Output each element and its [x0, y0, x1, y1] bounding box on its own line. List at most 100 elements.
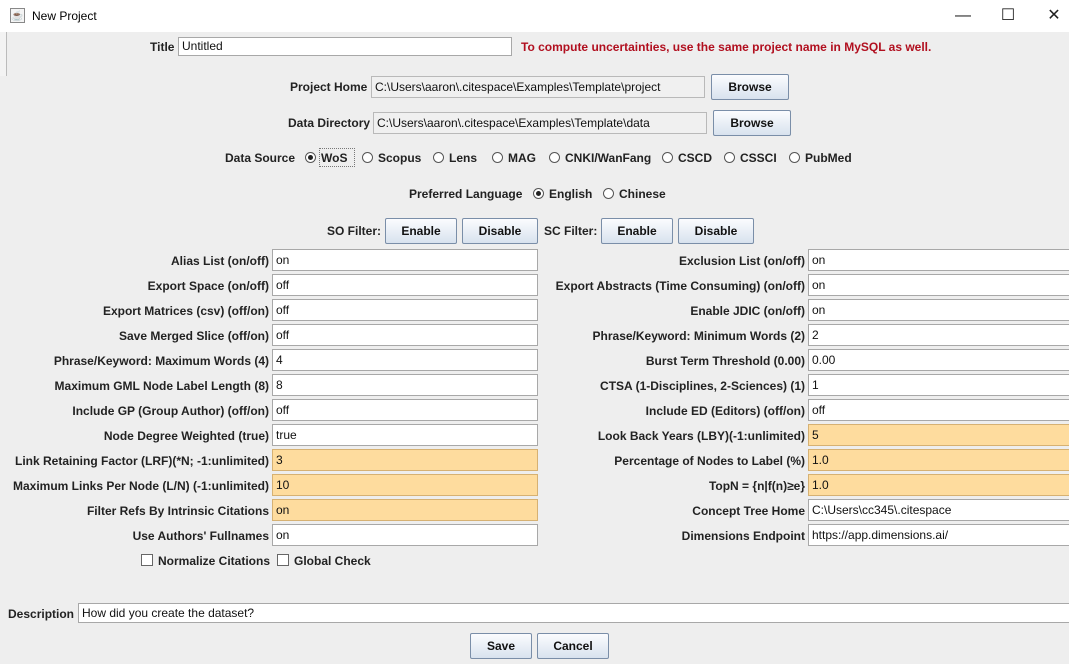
data-source-option-label: PubMed — [805, 151, 852, 165]
project-home-browse-button[interactable]: Browse — [711, 74, 789, 100]
param-input-maximum-links-per-node-l-n-1-unlimited[interactable]: 10 — [272, 474, 538, 496]
data-source-option-label: CSSCI — [740, 151, 777, 165]
data-source-radio-mag[interactable] — [492, 152, 503, 163]
param-label-enable-jdic-on-off: Enable JDIC (on/off) — [690, 304, 805, 318]
param-label-look-back-years-lby-1-unlimited: Look Back Years (LBY)(-1:unlimited) — [597, 429, 805, 443]
project-home-input[interactable]: C:\Users\aaron\.citespace\Examples\Templ… — [371, 76, 705, 98]
param-input-ctsa-1-disciplines-2-sciences-1[interactable]: 1 — [808, 374, 1069, 396]
param-label-link-retaining-factor-lrf-n-1-unlimited: Link Retaining Factor (LRF)(*N; -1:unlim… — [15, 454, 269, 468]
data-source-option-label: MAG — [508, 151, 536, 165]
sc-filter-enable-button[interactable]: Enable — [601, 218, 673, 244]
param-input-enable-jdic-on-off[interactable]: on — [808, 299, 1069, 321]
so-filter-enable-button[interactable]: Enable — [385, 218, 457, 244]
param-input-alias-list-on-off[interactable]: on — [272, 249, 538, 271]
param-input-export-matrices-csv-off-on[interactable]: off — [272, 299, 538, 321]
window-title-bar: ☕ New Project — ☐ ✕ — [0, 0, 1069, 32]
param-input-concept-tree-home[interactable]: C:\Users\cc345\.citespace — [808, 499, 1069, 521]
data-source-option-label: CSCD — [678, 151, 713, 165]
param-label-burst-term-threshold-0-00: Burst Term Threshold (0.00) — [645, 354, 805, 368]
param-label-filter-refs-by-intrinsic-citations: Filter Refs By Intrinsic Citations — [86, 504, 269, 518]
data-directory-browse-button[interactable]: Browse — [713, 110, 791, 136]
so-filter-disable-button[interactable]: Disable — [462, 218, 538, 244]
focus-indicator — [319, 148, 355, 167]
minimize-button[interactable]: — — [940, 0, 986, 32]
param-label-export-space-on-off: Export Space (on/off) — [147, 279, 269, 293]
param-input-filter-refs-by-intrinsic-citations[interactable]: on — [272, 499, 538, 521]
mysql-warning-text: To compute uncertainties, use the same p… — [521, 40, 932, 54]
param-input-include-gp-group-author-off-on[interactable]: off — [272, 399, 538, 421]
param-label-maximum-links-per-node-l-n-1-unlimited: Maximum Links Per Node (L/N) (-1:unlimit… — [12, 479, 269, 493]
param-label-maximum-gml-node-label-length-8: Maximum GML Node Label Length (8) — [54, 379, 269, 393]
data-source-option-label: CNKI/WanFang — [565, 151, 652, 165]
param-label-export-abstracts-time-consuming-on-off: Export Abstracts (Time Consuming) (on/of… — [555, 279, 805, 293]
param-label-concept-tree-home: Concept Tree Home — [692, 504, 805, 518]
so-filter-label: SO Filter: — [327, 224, 382, 238]
param-label-percentage-of-nodes-to-label: Percentage of Nodes to Label (%) — [614, 454, 805, 468]
param-label-phrase-keyword-maximum-words-4: Phrase/Keyword: Maximum Words (4) — [53, 354, 269, 368]
title-label: Title — [150, 40, 175, 54]
project-home-label: Project Home — [290, 80, 368, 94]
preferred-language-label: Preferred Language — [409, 187, 523, 201]
data-source-radio-cssci[interactable] — [724, 152, 735, 163]
data-source-option-label: Scopus — [378, 151, 422, 165]
param-input-burst-term-threshold-0-00[interactable]: 0.00 — [808, 349, 1069, 371]
data-source-radio-lens[interactable] — [433, 152, 444, 163]
window-title: New Project — [32, 9, 97, 23]
maximize-button[interactable]: ☐ — [985, 0, 1031, 32]
param-label-node-degree-weighted-true: Node Degree Weighted (true) — [103, 429, 269, 443]
param-label-topn-n-f-n-e: TopN = {n|f(n)≥e} — [708, 479, 805, 493]
param-label-export-matrices-csv-off-on: Export Matrices (csv) (off/on) — [102, 304, 269, 318]
param-input-save-merged-slice-off-on[interactable]: off — [272, 324, 538, 346]
param-label-exclusion-list-on-off: Exclusion List (on/off) — [679, 254, 805, 268]
sc-filter-label: SC Filter: — [544, 224, 598, 238]
param-input-use-authors-fullnames[interactable]: on — [272, 524, 538, 546]
param-input-node-degree-weighted-true[interactable]: true — [272, 424, 538, 446]
cancel-button[interactable]: Cancel — [537, 633, 609, 659]
java-app-icon: ☕ — [10, 8, 25, 23]
param-input-dimensions-endpoint[interactable]: https://app.dimensions.ai/ — [808, 524, 1069, 546]
background-window-edge — [0, 32, 7, 76]
checkbox-global-check[interactable] — [277, 554, 289, 566]
param-input-phrase-keyword-maximum-words-4[interactable]: 4 — [272, 349, 538, 371]
param-input-maximum-gml-node-label-length-8[interactable]: 8 — [272, 374, 538, 396]
data-source-radio-pubmed[interactable] — [789, 152, 800, 163]
language-option-label: Chinese — [619, 187, 666, 201]
param-label-save-merged-slice-off-on: Save Merged Slice (off/on) — [118, 329, 269, 343]
param-label-use-authors-fullnames: Use Authors' Fullnames — [132, 529, 269, 543]
data-source-radio-cscd[interactable] — [662, 152, 673, 163]
param-input-look-back-years-lby-1-unlimited[interactable]: 5 — [808, 424, 1069, 446]
param-label-dimensions-endpoint: Dimensions Endpoint — [681, 529, 805, 543]
language-option-label: English — [549, 187, 593, 201]
description-input[interactable]: How did you create the dataset? — [78, 603, 1069, 623]
param-label-ctsa-1-disciplines-2-sciences-1: CTSA (1-Disciplines, 2-Sciences) (1) — [600, 379, 805, 393]
data-source-radio-scopus[interactable] — [362, 152, 373, 163]
checkbox-label: Global Check — [294, 554, 371, 568]
checkbox-label: Normalize Citations — [158, 554, 271, 568]
param-input-export-space-on-off[interactable]: off — [272, 274, 538, 296]
title-input[interactable]: Untitled — [178, 37, 512, 56]
data-source-radio-cnki-wanfang[interactable] — [549, 152, 560, 163]
param-label-include-gp-group-author-off-on: Include GP (Group Author) (off/on) — [72, 404, 269, 418]
language-radio-chinese[interactable] — [603, 188, 614, 199]
data-source-option-label: Lens — [449, 151, 478, 165]
checkbox-normalize-citations[interactable] — [141, 554, 153, 566]
language-radio-english[interactable] — [533, 188, 544, 199]
param-input-export-abstracts-time-consuming-on-off[interactable]: on — [808, 274, 1069, 296]
param-input-include-ed-editors-off-on[interactable]: off — [808, 399, 1069, 421]
data-directory-label: Data Directory — [288, 116, 371, 130]
data-source-label: Data Source — [225, 151, 296, 165]
close-button[interactable]: ✕ — [1031, 0, 1069, 32]
data-directory-input[interactable]: C:\Users\aaron\.citespace\Examples\Templ… — [373, 112, 707, 134]
param-label-include-ed-editors-off-on: Include ED (Editors) (off/on) — [645, 404, 805, 418]
description-label: Description — [8, 607, 75, 621]
data-source-radio-wos[interactable] — [305, 152, 316, 163]
param-input-percentage-of-nodes-to-label[interactable]: 1.0 — [808, 449, 1069, 471]
param-label-alias-list-on-off: Alias List (on/off) — [171, 254, 269, 268]
param-input-exclusion-list-on-off[interactable]: on — [808, 249, 1069, 271]
param-label-phrase-keyword-minimum-words-2: Phrase/Keyword: Minimum Words (2) — [592, 329, 805, 343]
param-input-phrase-keyword-minimum-words-2[interactable]: 2 — [808, 324, 1069, 346]
param-input-link-retaining-factor-lrf-n-1-unlimited[interactable]: 3 — [272, 449, 538, 471]
param-input-topn-n-f-n-e[interactable]: 1.0 — [808, 474, 1069, 496]
sc-filter-disable-button[interactable]: Disable — [678, 218, 754, 244]
save-button[interactable]: Save — [470, 633, 532, 659]
